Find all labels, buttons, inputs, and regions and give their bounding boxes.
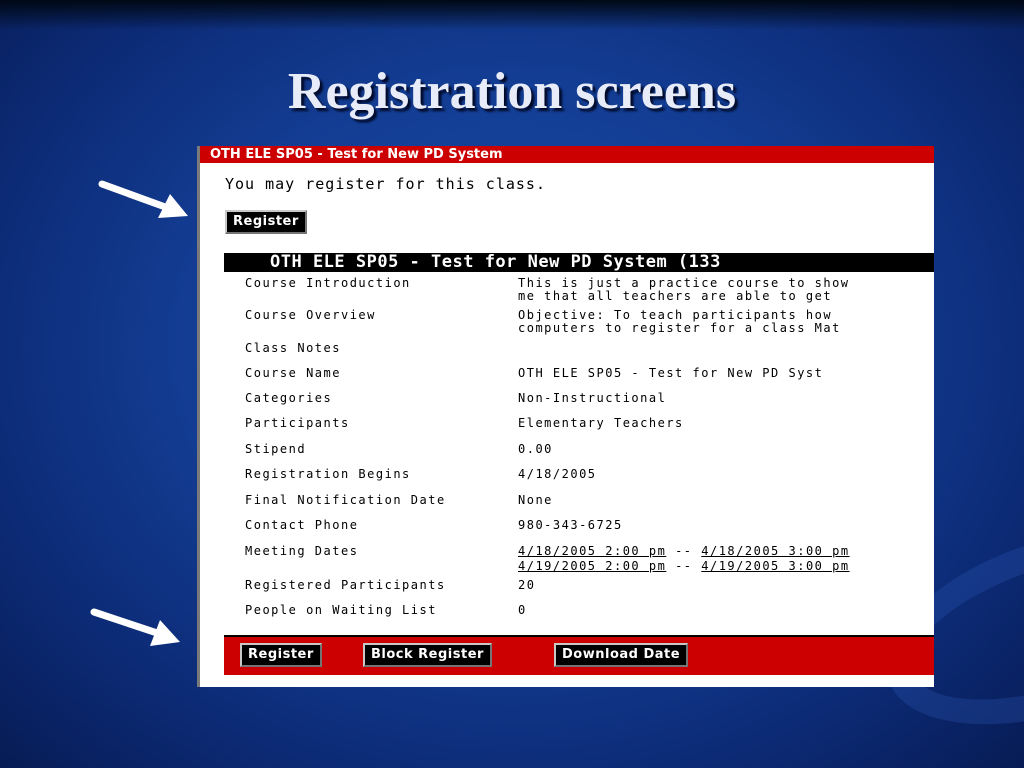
detail-value: 0 (518, 604, 527, 617)
detail-value: 980-343-6725 (518, 519, 623, 532)
detail-value-line: OTH ELE SP05 - Test for New PD Syst (518, 366, 824, 380)
detail-label: People on Waiting List (245, 603, 437, 617)
meeting-date-2: 4/19/2005 2:00 pm -- 4/19/2005 3:00 pm (518, 560, 850, 573)
detail-label: Course Overview (245, 308, 376, 322)
date-separator: -- (675, 559, 693, 573)
detail-value-line: 4/18/2005 (518, 467, 597, 481)
download-date-button[interactable]: Download Date (554, 643, 689, 667)
register-button[interactable]: Register (225, 210, 307, 234)
detail-value: 4/18/2005 (518, 468, 597, 481)
detail-value: Objective: To teach participants how comp… (518, 309, 841, 335)
course-title-bar: OTH ELE SP05 - Test for New PD System (1… (224, 253, 934, 272)
course-header: OTH ELE SP05 - Test for New PD System (200, 146, 934, 163)
detail-label: Course Introduction (245, 276, 411, 290)
top-shadow-band (0, 0, 1024, 30)
detail-value-line: Elementary Teachers (518, 416, 684, 430)
detail-label: Final Notification Date (245, 493, 446, 507)
detail-value-line: 0.00 (518, 442, 553, 456)
detail-label: Stipend (245, 442, 307, 456)
arrow-right-icon (90, 608, 180, 646)
meeting-date-1-end-link[interactable]: 4/18/2005 3:00 pm (701, 544, 849, 558)
registration-screenshot: OTH ELE SP05 - Test for New PD System Yo… (197, 146, 934, 687)
detail-value-line: me that all teachers are able to get (518, 289, 833, 303)
detail-label: Contact Phone (245, 518, 359, 532)
detail-value-line: Non-Instructional (518, 391, 667, 405)
registration-message: You may register for this class. (225, 175, 546, 193)
detail-value: 0.00 (518, 443, 553, 456)
detail-value-line: 980-343-6725 (518, 518, 623, 532)
detail-label: Course Name (245, 366, 341, 380)
detail-label: Participants (245, 416, 350, 430)
detail-value: This is just a practice course to show me… (518, 277, 850, 303)
meeting-date-1: 4/18/2005 2:00 pm -- 4/18/2005 3:00 pm (518, 545, 850, 558)
meeting-date-2-end-link[interactable]: 4/19/2005 3:00 pm (701, 559, 849, 573)
detail-label: Meeting Dates (245, 544, 359, 558)
detail-value-line: None (518, 493, 553, 507)
block-register-button[interactable]: Block Register (363, 643, 492, 667)
meeting-date-1-start-link[interactable]: 4/18/2005 2:00 pm (518, 544, 666, 558)
detail-value-line: 20 (518, 578, 536, 592)
slide-title: Registration screens (287, 63, 737, 120)
date-separator: -- (675, 544, 693, 558)
detail-label: Class Notes (245, 341, 341, 355)
detail-value: Non-Instructional (518, 392, 666, 405)
register-button-footer[interactable]: Register (240, 643, 322, 667)
meeting-date-2-start-link[interactable]: 4/19/2005 2:00 pm (518, 559, 666, 573)
detail-label: Registered Participants (245, 578, 446, 592)
detail-value: None (518, 494, 553, 507)
detail-value-line: computers to register for a class Mat (518, 321, 841, 335)
detail-label: Categories (245, 391, 333, 405)
detail-value: Elementary Teachers (518, 417, 684, 430)
detail-value: OTH ELE SP05 - Test for New PD Syst (518, 367, 823, 380)
detail-label: Registration Begins (245, 467, 411, 481)
action-footer: Register Block Register Download Date (224, 635, 934, 675)
arrow-right-icon (98, 180, 188, 218)
detail-value: 20 (518, 579, 535, 592)
detail-value-line: 0 (518, 603, 527, 617)
